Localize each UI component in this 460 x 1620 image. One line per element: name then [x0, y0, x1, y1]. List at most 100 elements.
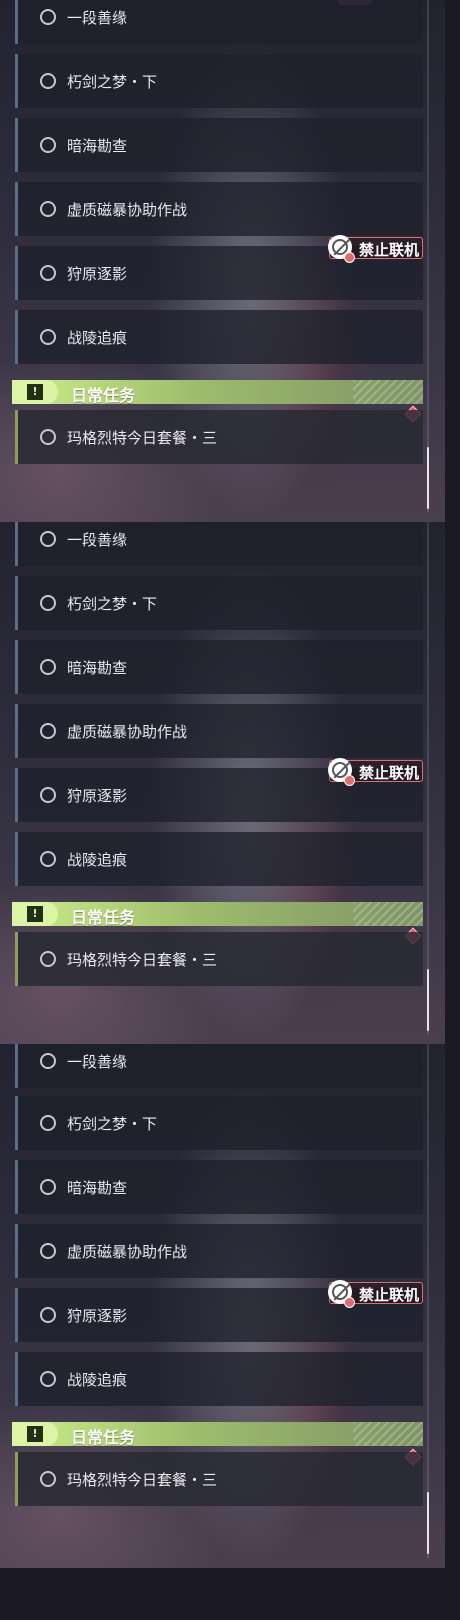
- no-multiplayer-badge: 禁止联机: [328, 1280, 423, 1308]
- quest-row-accent: [15, 410, 18, 464]
- circle-outline-icon: [40, 531, 56, 547]
- circle-outline-icon: [40, 429, 56, 445]
- quest-label: 暗海勘查: [67, 1179, 128, 1197]
- section-tab: !: [12, 902, 58, 926]
- quest-row[interactable]: 战陵追痕: [15, 1352, 423, 1406]
- daily-quest-row[interactable]: 玛格烈特今日套餐・三: [15, 410, 423, 464]
- quest-row-accent: [15, 310, 18, 364]
- quest-row-accent: [15, 1288, 18, 1342]
- circle-outline-icon: [40, 951, 56, 967]
- daily-quest-row[interactable]: 玛格烈特今日套餐・三: [15, 1452, 423, 1506]
- circle-outline-icon: [40, 787, 56, 803]
- quest-row-accent: [15, 1452, 18, 1506]
- section-header-daily[interactable]: ! 日常任务: [12, 902, 423, 927]
- quest-row[interactable]: 暗海勘查: [15, 1160, 423, 1214]
- quest-row-accent: [15, 640, 18, 694]
- quest-row-accent: [15, 832, 18, 886]
- quest-list-panel: 一段善缘 朽剑之梦・下 暗海勘查 虚质磁暴协助作战 狩原逐影 战陵追痕 禁止联机…: [0, 1044, 445, 1568]
- quest-label: 狩原逐影: [67, 1307, 128, 1325]
- header-decoration: [353, 902, 423, 926]
- daily-quest-row[interactable]: 玛格烈特今日套餐・三: [15, 932, 423, 986]
- badge-label: 禁止联机: [359, 241, 420, 259]
- exclamation-icon: !: [27, 1426, 43, 1442]
- exclamation-icon: !: [27, 384, 43, 400]
- quest-label: 狩原逐影: [67, 787, 128, 805]
- quest-label: 朽剑之梦・下: [67, 595, 158, 613]
- quest-row-accent: [15, 182, 18, 236]
- header-decoration: [353, 380, 423, 404]
- circle-outline-icon: [40, 851, 56, 867]
- quest-row-accent: [15, 704, 18, 758]
- scrollbar-track[interactable]: [427, 1044, 429, 1558]
- alert-dot-icon: [344, 252, 355, 263]
- quest-row-accent: [15, 246, 18, 300]
- quest-list-panel: 一段善缘 朽剑之梦・下 暗海勘查 虚质磁暴协助作战 狩原逐影 战陵追痕 禁止联机…: [0, 0, 445, 522]
- quest-label: 虚质磁暴协助作战: [67, 723, 188, 741]
- quest-label: 狩原逐影: [67, 265, 128, 283]
- quest-label: 玛格烈特今日套餐・三: [67, 951, 218, 969]
- circle-outline-icon: [40, 137, 56, 153]
- circle-outline-icon: [40, 1179, 56, 1195]
- circle-outline-icon: [40, 1471, 56, 1487]
- quest-row[interactable]: 战陵追痕: [15, 310, 423, 364]
- circle-outline-icon: [40, 201, 56, 217]
- scrollbar-thumb[interactable]: [427, 1492, 429, 1554]
- section-title: 日常任务: [71, 1428, 136, 1447]
- quest-label: 战陵追痕: [67, 329, 128, 347]
- quest-row[interactable]: 虚质磁暴协助作战: [15, 182, 423, 236]
- exclamation-icon: !: [27, 906, 43, 922]
- quest-label: 虚质磁暴协助作战: [67, 1243, 188, 1261]
- quest-row-accent: [15, 522, 18, 566]
- quest-row-accent: [15, 1044, 18, 1088]
- quest-row[interactable]: 朽剑之梦・下: [15, 1096, 423, 1150]
- section-tab: !: [12, 1422, 58, 1446]
- quest-label: 虚质磁暴协助作战: [67, 201, 188, 219]
- badge-label: 禁止联机: [359, 1286, 420, 1304]
- scrollbar-thumb[interactable]: [427, 969, 429, 1031]
- no-multiplayer-badge: 禁止联机: [328, 758, 423, 786]
- quest-row-accent: [15, 576, 18, 630]
- circle-outline-icon: [40, 1371, 56, 1387]
- quest-row[interactable]: 一段善缘: [15, 522, 423, 566]
- quest-row[interactable]: 虚质磁暴协助作战: [15, 1224, 423, 1278]
- quest-list-panel: 一段善缘 朽剑之梦・下 暗海勘查 虚质磁暴协助作战 狩原逐影 战陵追痕 禁止联机…: [0, 522, 445, 1044]
- quest-row[interactable]: 一段善缘: [15, 1044, 423, 1088]
- alert-dot-icon: [344, 1297, 355, 1308]
- circle-outline-icon: [40, 1115, 56, 1131]
- quest-row[interactable]: 朽剑之梦・下: [15, 54, 423, 108]
- circle-outline-icon: [40, 1307, 56, 1323]
- quest-row[interactable]: 暗海勘查: [15, 640, 423, 694]
- scrollbar-track[interactable]: [427, 522, 429, 1034]
- quest-row-accent: [15, 768, 18, 822]
- quest-row[interactable]: 一段善缘: [15, 0, 423, 44]
- circle-outline-icon: [40, 265, 56, 281]
- quest-row-accent: [15, 1224, 18, 1278]
- section-header-daily[interactable]: ! 日常任务: [12, 1422, 423, 1447]
- quest-label: 暗海勘查: [67, 137, 128, 155]
- circle-outline-icon: [40, 723, 56, 739]
- section-header-daily[interactable]: ! 日常任务: [12, 380, 423, 405]
- circle-outline-icon: [40, 1053, 56, 1069]
- scrollbar-track[interactable]: [427, 0, 429, 512]
- quest-row-accent: [15, 1352, 18, 1406]
- quest-row-accent: [15, 54, 18, 108]
- quest-row-accent: [15, 118, 18, 172]
- quest-row-accent: [15, 932, 18, 986]
- quest-row[interactable]: 朽剑之梦・下: [15, 576, 423, 630]
- quest-row[interactable]: 战陵追痕: [15, 832, 423, 886]
- section-title: 日常任务: [71, 908, 136, 927]
- quest-label: 战陵追痕: [67, 851, 128, 869]
- scrollbar-thumb[interactable]: [427, 447, 429, 509]
- quest-row[interactable]: 虚质磁暴协助作战: [15, 704, 423, 758]
- quest-label: 战陵追痕: [67, 1371, 128, 1389]
- alert-dot-icon: [344, 775, 355, 786]
- quest-label: 一段善缘: [67, 1053, 128, 1071]
- quest-row[interactable]: 暗海勘查: [15, 118, 423, 172]
- badge-label: 禁止联机: [359, 764, 420, 782]
- circle-outline-icon: [40, 595, 56, 611]
- quest-label: 玛格烈特今日套餐・三: [67, 1471, 218, 1489]
- quest-label: 朽剑之梦・下: [67, 73, 158, 91]
- quest-row-accent: [15, 1096, 18, 1150]
- quest-label: 暗海勘查: [67, 659, 128, 677]
- section-tab: !: [12, 380, 58, 404]
